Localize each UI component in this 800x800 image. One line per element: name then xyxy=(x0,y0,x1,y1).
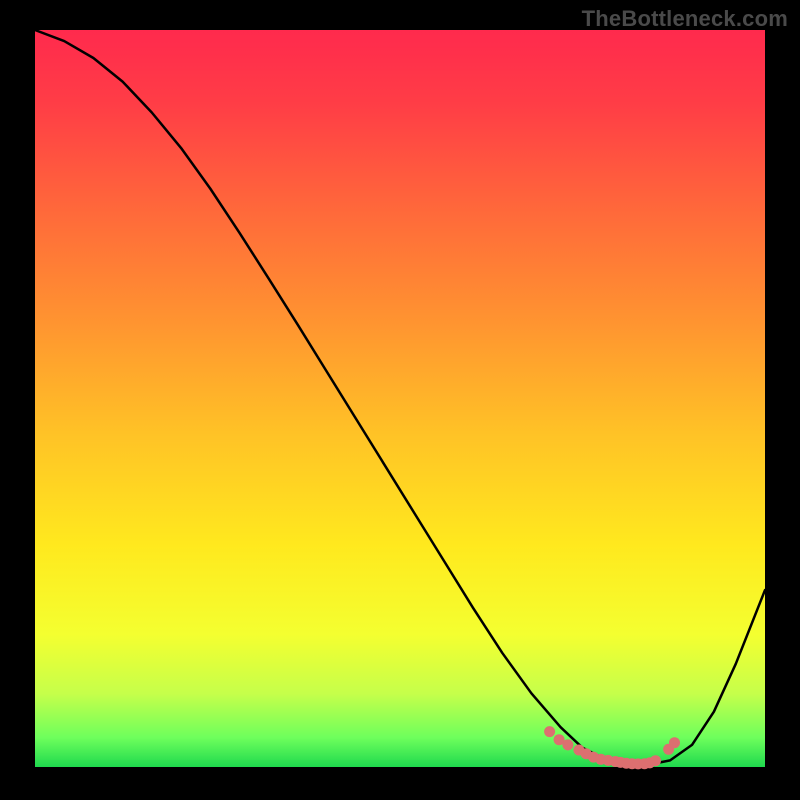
plot-area xyxy=(35,30,765,767)
chart-frame: TheBottleneck.com xyxy=(0,0,800,800)
bottleneck-chart xyxy=(0,0,800,800)
watermark-text: TheBottleneck.com xyxy=(582,6,788,32)
scatter-dot xyxy=(669,737,680,748)
scatter-dot xyxy=(544,726,555,737)
scatter-dot xyxy=(562,739,573,750)
scatter-dot xyxy=(650,755,661,766)
